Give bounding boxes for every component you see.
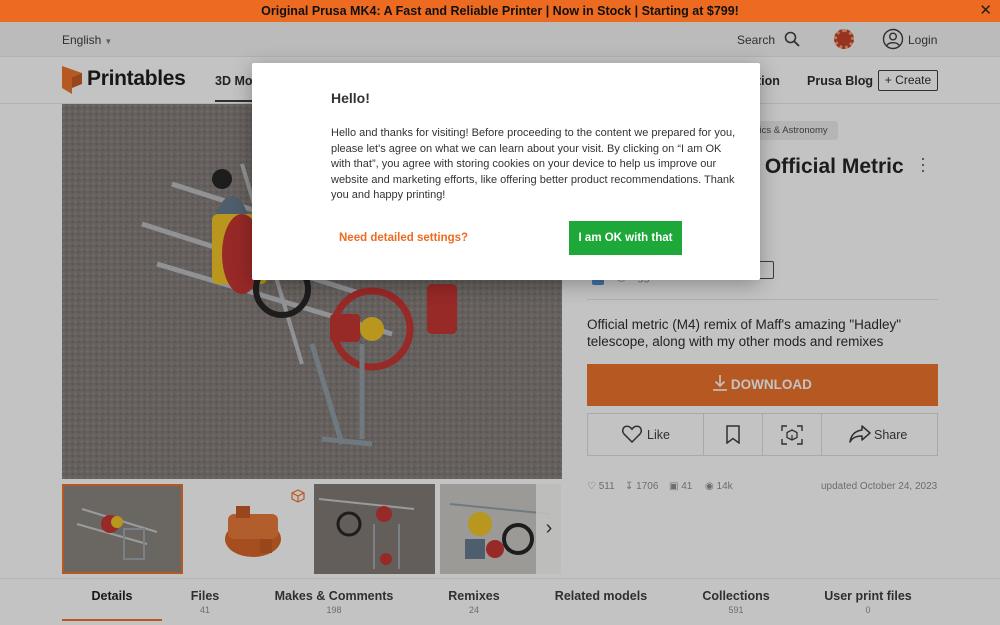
dialog-title: Hello! — [331, 90, 370, 106]
promo-banner[interactable]: Original Prusa MK4: A Fast and Reliable … — [0, 0, 1000, 22]
close-icon[interactable]: ✕ — [979, 0, 992, 22]
dialog-body: Hello and thanks for visiting! Before pr… — [331, 127, 736, 201]
accept-cookies-button[interactable]: I am OK with that — [569, 221, 682, 255]
promo-text[interactable]: Original Prusa MK4: A Fast and Reliable … — [261, 4, 739, 18]
detailed-settings-button[interactable]: Need detailed settings? — [339, 232, 468, 244]
cookie-consent-dialog: Hello! Hello and thanks for visiting! Be… — [252, 63, 760, 280]
